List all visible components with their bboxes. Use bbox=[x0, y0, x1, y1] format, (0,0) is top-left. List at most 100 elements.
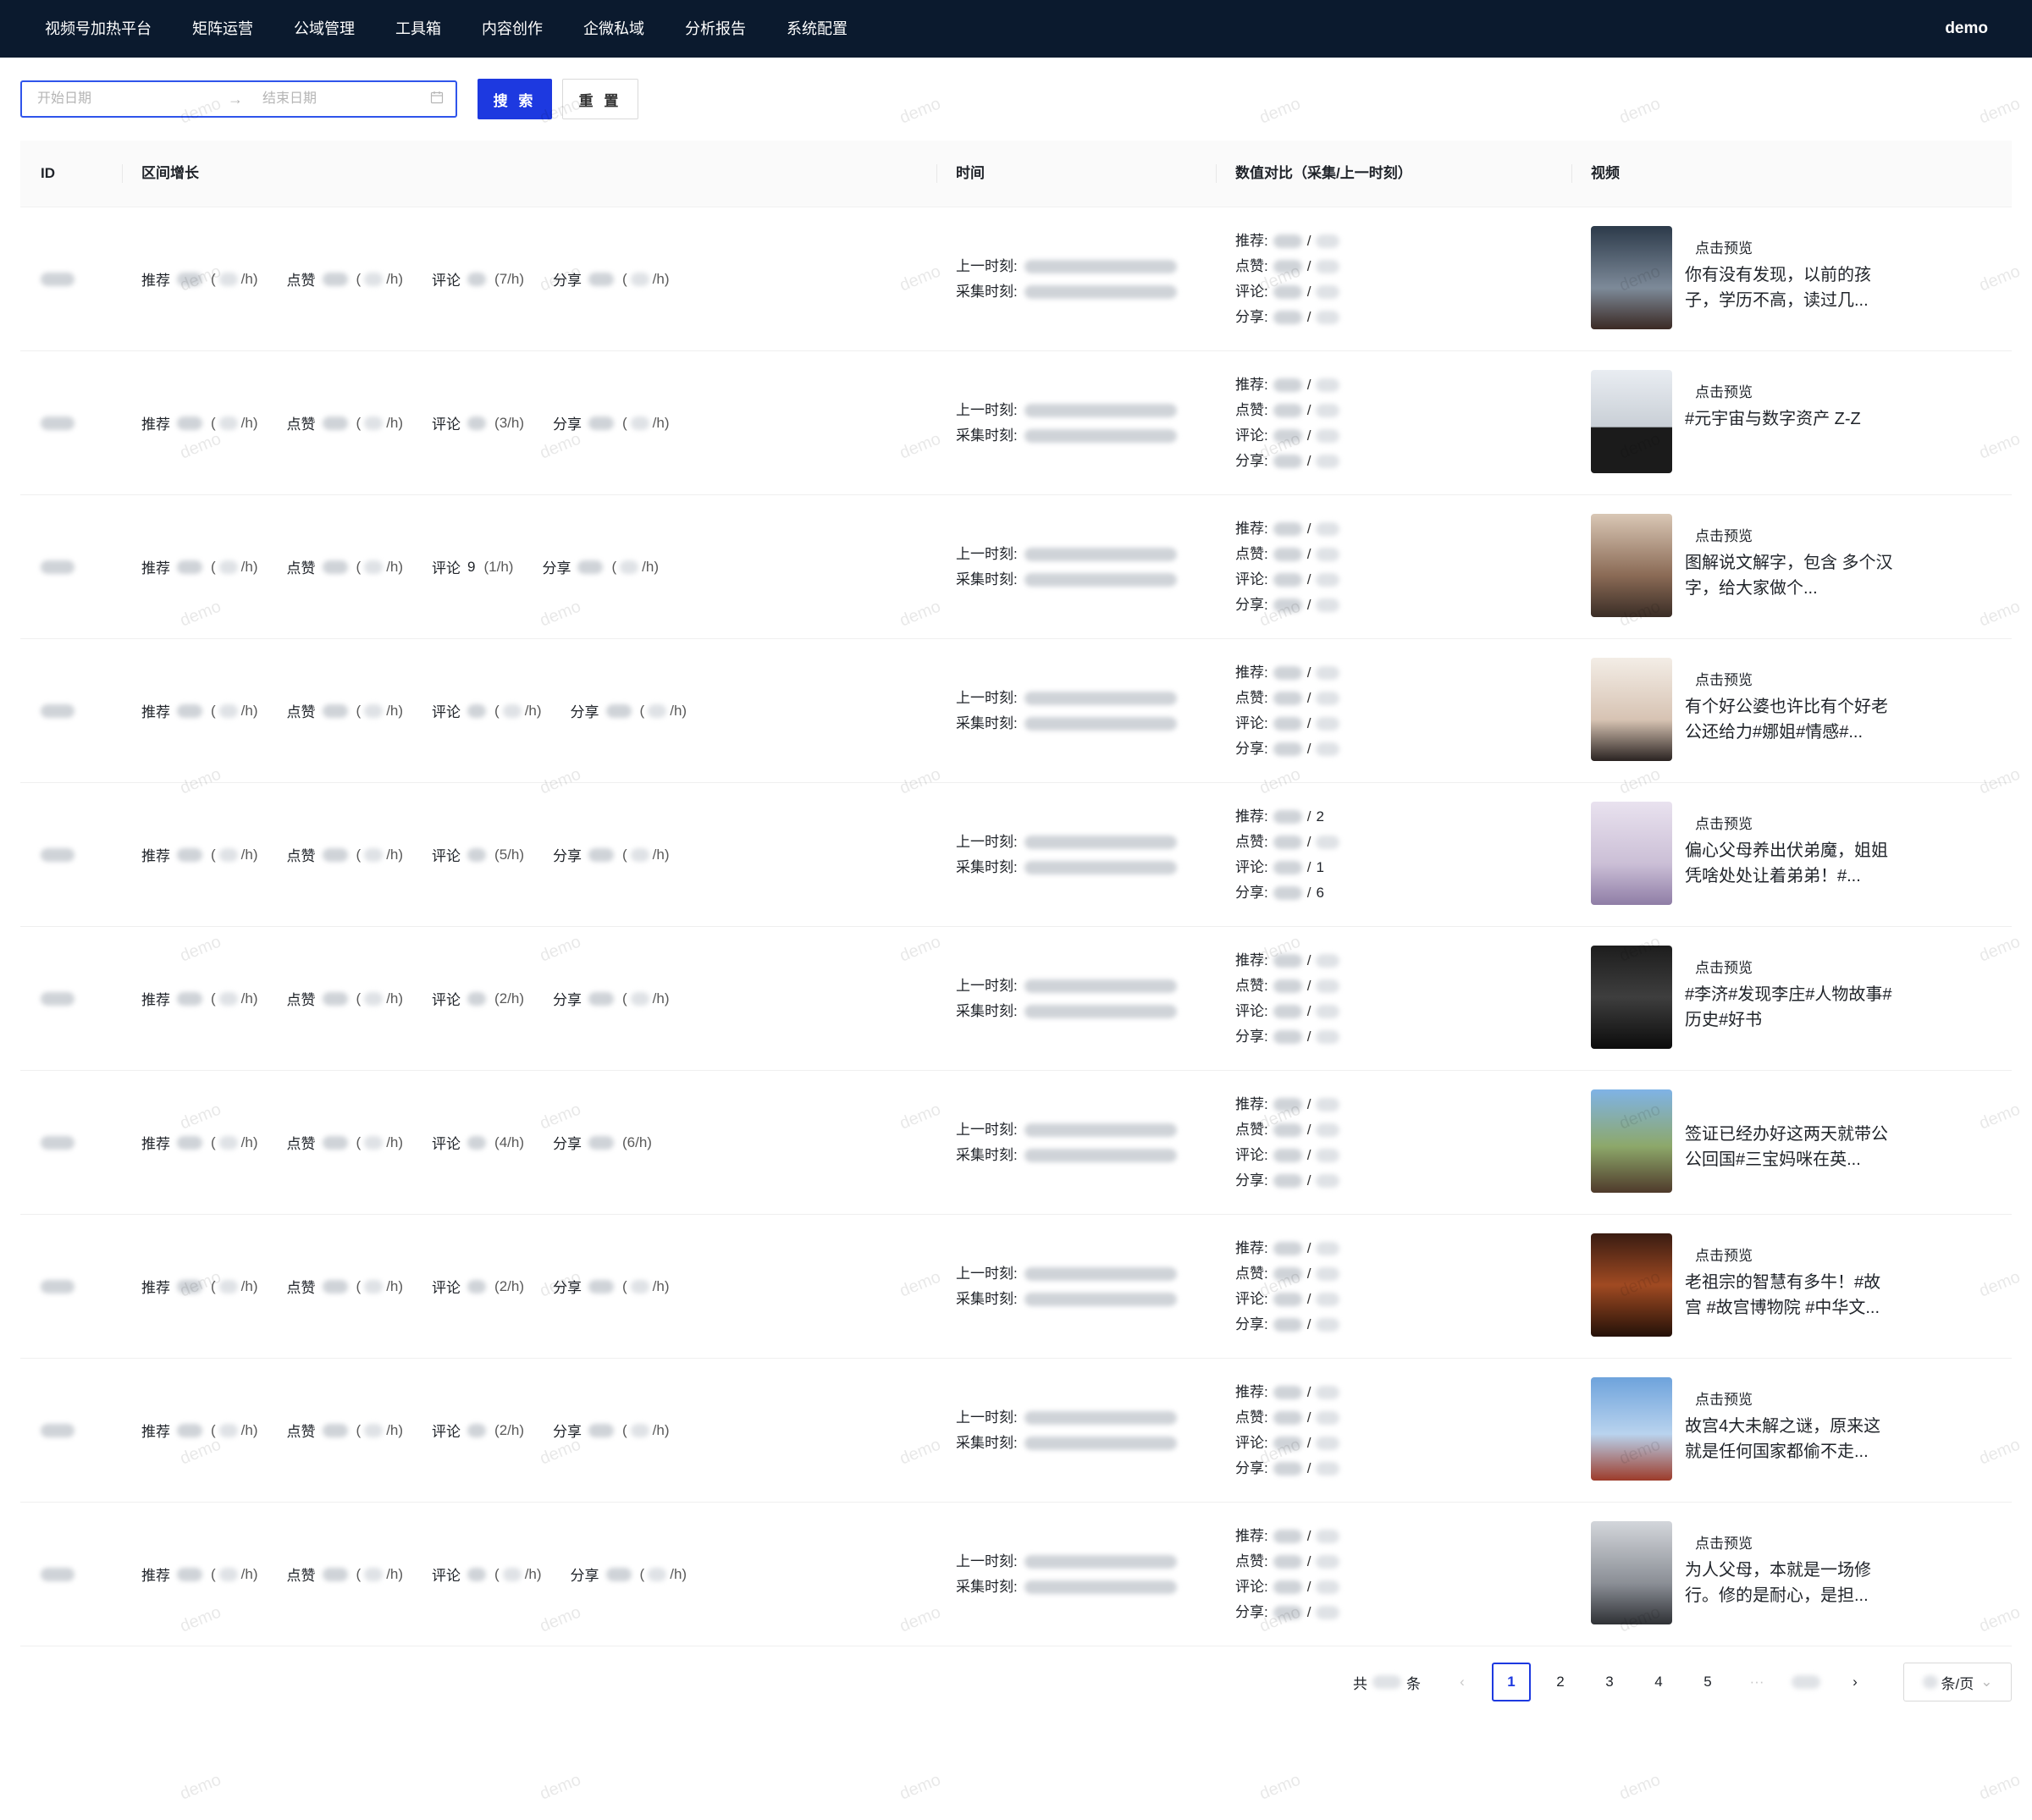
compare-label: 推荐: bbox=[1235, 1095, 1268, 1112]
growth-rate: (4/h) bbox=[494, 1133, 524, 1150]
growth-recommend: 推荐 ( /h) bbox=[141, 1277, 258, 1297]
collect-time-line: 采集时刻: bbox=[956, 567, 1177, 593]
page-button-5[interactable]: 5 bbox=[1688, 1663, 1727, 1701]
nav-item-toolbox[interactable]: 工具箱 bbox=[395, 0, 441, 58]
nav-item-analytics-report[interactable]: 分析报告 bbox=[685, 0, 746, 58]
video-cell: 点击预览 偏心父母养出伏弟魔，姐姐凭啥处处让着弟弟！#... bbox=[1591, 802, 1897, 905]
compare-slash: / bbox=[1306, 1383, 1311, 1400]
compare-line: 推荐: / 2 bbox=[1235, 804, 1339, 830]
prev-time-label: 上一时刻: bbox=[956, 977, 1018, 994]
end-date-input[interactable] bbox=[261, 91, 433, 108]
start-date-input[interactable] bbox=[36, 91, 208, 108]
growth-rate-unit: /h) bbox=[386, 1277, 404, 1294]
video-thumbnail[interactable] bbox=[1591, 1521, 1672, 1624]
video-thumbnail[interactable] bbox=[1591, 370, 1672, 473]
compare-line: 点赞: / bbox=[1235, 542, 1340, 567]
video-thumbnail[interactable] bbox=[1591, 514, 1672, 617]
growth-rate-open: ( bbox=[639, 702, 645, 719]
preview-link[interactable]: 点击预览 bbox=[1695, 812, 1897, 833]
preview-link[interactable]: 点击预览 bbox=[1695, 380, 1897, 401]
growth-rate-unit: /h) bbox=[524, 1565, 542, 1582]
user-name[interactable]: demo bbox=[1945, 0, 1988, 58]
page-size-select[interactable]: 条/页 ⌄ bbox=[1903, 1663, 2012, 1701]
collect-time-line: 采集时刻: bbox=[956, 1287, 1177, 1312]
growth-rate-unit: /h) bbox=[386, 558, 404, 575]
preview-link[interactable]: 点击预览 bbox=[1695, 956, 1897, 977]
search-button[interactable]: 搜 索 bbox=[478, 79, 552, 119]
growth-like: 点赞 ( /h) bbox=[286, 702, 404, 721]
preview-link[interactable]: 点击预览 bbox=[1695, 1531, 1897, 1553]
prev-page-button[interactable]: ‹ bbox=[1443, 1663, 1482, 1701]
nav-item-public-domain[interactable]: 公域管理 bbox=[294, 0, 355, 58]
time-cell: 上一时刻: 采集时刻: bbox=[956, 495, 1177, 638]
preview-link[interactable]: 点击预览 bbox=[1695, 1244, 1897, 1265]
video-title: 签证已经办好这两天就带公公回国#三宝妈咪在英... bbox=[1685, 1125, 1888, 1169]
time-cell: 上一时刻: 采集时刻: bbox=[956, 207, 1177, 350]
collect-time-label: 采集时刻: bbox=[956, 1578, 1018, 1595]
growth-rate-open: ( bbox=[622, 414, 627, 431]
growth-rate-open: ( bbox=[211, 1421, 216, 1438]
preview-link[interactable]: 点击预览 bbox=[1695, 236, 1897, 257]
growth-rate-unit: /h) bbox=[642, 558, 659, 575]
growth-rate: (2/h) bbox=[494, 990, 524, 1007]
video-thumbnail[interactable] bbox=[1591, 946, 1672, 1049]
video-thumbnail[interactable] bbox=[1591, 1377, 1672, 1481]
compare-label: 分享: bbox=[1235, 1315, 1268, 1332]
compare-slash: / bbox=[1306, 401, 1311, 418]
date-range-picker[interactable]: → bbox=[20, 80, 457, 118]
table-body: 推荐 ( /h) 点赞 ( /h) 评论 (7/h) 分享 (/h) 上一时刻… bbox=[20, 207, 2012, 1646]
column-header-id: ID bbox=[41, 165, 55, 181]
page-button-1[interactable]: 1 bbox=[1492, 1663, 1531, 1701]
time-cell: 上一时刻: 采集时刻: bbox=[956, 1503, 1177, 1646]
compare-line: 分享: / bbox=[1235, 1312, 1340, 1337]
growth-rate-open: ( bbox=[356, 558, 362, 575]
more-pages-button[interactable]: ··· bbox=[1737, 1663, 1776, 1701]
growth-rate-unit: /h) bbox=[240, 1277, 258, 1294]
video-thumbnail[interactable] bbox=[1591, 802, 1672, 905]
next-page-button[interactable]: › bbox=[1836, 1663, 1875, 1701]
column-divider bbox=[1571, 164, 1572, 183]
compare-slash: / bbox=[1306, 520, 1311, 537]
nav-item-matrix-ops[interactable]: 矩阵运营 bbox=[192, 0, 253, 58]
nav-item-content-creation[interactable]: 内容创作 bbox=[482, 0, 543, 58]
compare-line: 推荐: / bbox=[1235, 229, 1340, 254]
video-thumbnail[interactable] bbox=[1591, 226, 1672, 329]
compare-line: 分享: / bbox=[1235, 305, 1340, 330]
page-button-last[interactable] bbox=[1786, 1663, 1825, 1701]
preview-link[interactable]: 点击预览 bbox=[1695, 668, 1897, 689]
compare-slash: / bbox=[1306, 571, 1311, 587]
page-button-4[interactable]: 4 bbox=[1639, 1663, 1678, 1701]
nav-item-video-boost[interactable]: 视频号加热平台 bbox=[45, 0, 152, 58]
compare-line: 点赞: / bbox=[1235, 1405, 1340, 1431]
compare-label: 点赞: bbox=[1235, 833, 1268, 850]
video-title: 为人父母，本就是一场修行。修的是耐心，是担... bbox=[1685, 1561, 1871, 1605]
growth-comment: 评论 (2/h) bbox=[432, 990, 524, 1009]
compare-line: 评论: / bbox=[1235, 567, 1340, 593]
preview-link[interactable]: 点击预览 bbox=[1695, 1387, 1897, 1409]
video-thumbnail[interactable] bbox=[1591, 1233, 1672, 1337]
video-thumbnail[interactable] bbox=[1591, 658, 1672, 761]
page-button-2[interactable]: 2 bbox=[1541, 1663, 1580, 1701]
compare-label: 点赞: bbox=[1235, 689, 1268, 706]
reset-button[interactable]: 重 置 bbox=[562, 79, 638, 119]
video-thumbnail[interactable] bbox=[1591, 1089, 1672, 1193]
growth-rate: (7/h) bbox=[494, 270, 524, 287]
collect-time-label: 采集时刻: bbox=[956, 1290, 1018, 1307]
compare-slash: / bbox=[1306, 1459, 1311, 1476]
growth-share: 分享 ( /h) bbox=[553, 414, 670, 433]
calendar-icon bbox=[430, 91, 444, 104]
collect-time-line: 采集时刻: bbox=[956, 1575, 1177, 1600]
time-cell: 上一时刻: 采集时刻: bbox=[956, 1071, 1177, 1214]
preview-link[interactable]: 点击预览 bbox=[1695, 524, 1897, 545]
collect-time-line: 采集时刻: bbox=[956, 279, 1177, 305]
column-divider bbox=[122, 164, 123, 183]
growth-rate-open: ( bbox=[211, 414, 216, 431]
page-button-3[interactable]: 3 bbox=[1590, 1663, 1629, 1701]
interval-growth: 推荐 ( /h) 点赞 ( /h) 评论 (3/h) 分享 (/h) bbox=[141, 351, 698, 494]
nav-item-wecom-private[interactable]: 企微私域 bbox=[583, 0, 644, 58]
nav-item-system-config[interactable]: 系统配置 bbox=[787, 0, 848, 58]
growth-recommend: 推荐 ( /h) bbox=[141, 1565, 258, 1585]
video-info: 签证已经办好这两天就带公公回国#三宝妈咪在英... bbox=[1685, 1089, 1897, 1193]
growth-rate-unit: /h) bbox=[240, 414, 258, 431]
prev-time-line: 上一时刻: bbox=[956, 1117, 1177, 1143]
